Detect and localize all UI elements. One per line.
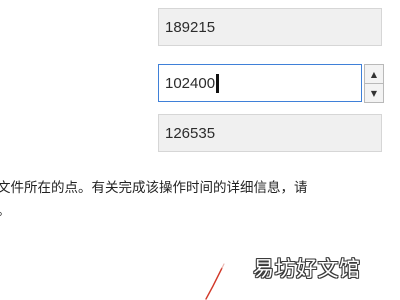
size-input-text: 102400 [165,75,216,92]
text-caret [216,73,220,93]
bottom-value-field: 126535 [158,114,382,152]
spin-up-icon: ▲ [370,69,378,79]
top-value-text: 189215 [165,19,216,36]
spin-up-button[interactable]: ▲ [365,65,383,83]
size-input-field[interactable]: 102400 [158,64,362,102]
description-line-2: 。 [0,199,11,219]
spin-down-icon: ▼ [370,88,378,98]
top-value-field: 189215 [158,8,382,46]
spin-down-button[interactable]: ▼ [365,83,383,102]
description-line-1: 文件所在的点。有关完成该操作时间的详细信息，请 [0,180,308,196]
watermark-text: 易坊好文馆 [253,257,361,281]
bottom-value-text: 126535 [165,125,216,142]
red-annotation-stroke [205,263,225,300]
size-spinner[interactable]: ▲ ▼ [364,64,384,103]
